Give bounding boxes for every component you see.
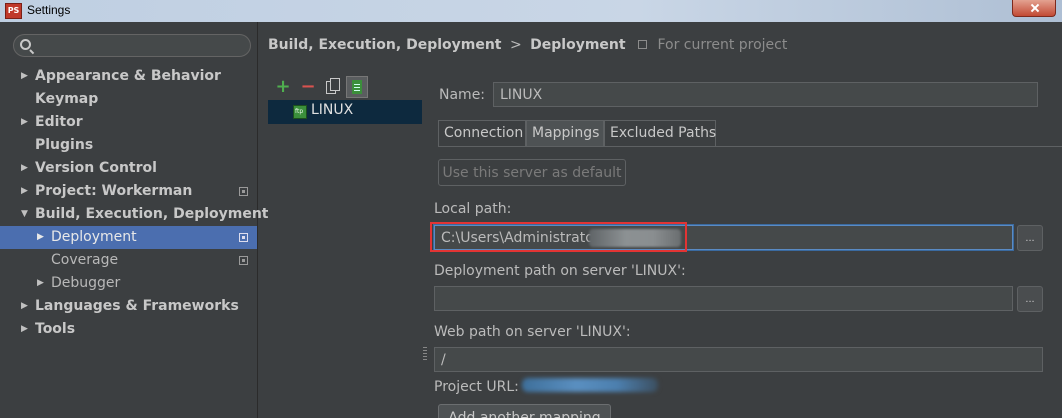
tab-divider (438, 146, 1062, 147)
browse-local-path-button[interactable]: ... (1017, 225, 1043, 251)
local-path-input[interactable] (434, 225, 1013, 250)
expand-arrow-icon[interactable]: ▶ (21, 65, 31, 88)
sidebar-item-label: Project: Workerman (35, 183, 193, 199)
local-path-label: Local path: (434, 201, 512, 217)
web-path-input[interactable] (434, 347, 1043, 372)
project-url-label: Project URL: (434, 379, 519, 395)
settings-tree: ▶ Appearance & Behavior Keymap ▶ Editor … (0, 65, 269, 341)
expand-arrow-icon[interactable]: ▶ (21, 295, 31, 318)
tab-connection[interactable]: Connection (438, 120, 526, 147)
settings-sidebar: ▶ Appearance & Behavior Keymap ▶ Editor … (0, 22, 269, 418)
sidebar-item-label: Editor (35, 114, 83, 130)
splitter-handle[interactable] (423, 347, 427, 361)
breadcrumb-parent[interactable]: Build, Execution, Deployment (268, 37, 502, 53)
redacted-path-mask (589, 229, 681, 247)
browse-deployment-path-button[interactable]: ... (1017, 286, 1043, 312)
sidebar-item-build-execution-deployment[interactable]: ▼ Build, Execution, Deployment (0, 203, 269, 226)
close-window-button[interactable] (1012, 0, 1056, 17)
name-label: Name: (439, 87, 486, 103)
title-bar: PS Settings (0, 0, 1062, 22)
redacted-url-mask (522, 378, 658, 392)
breadcrumb-separator: > (509, 37, 522, 53)
remove-server-button[interactable]: − (298, 76, 318, 98)
sidebar-item-label: Build, Execution, Deployment (35, 206, 269, 222)
sidebar-item-label: Keymap (35, 91, 99, 107)
sidebar-item-version-control[interactable]: ▶ Version Control (0, 157, 257, 180)
breadcrumb-current: Deployment (530, 37, 626, 53)
sidebar-item-label: Plugins (35, 137, 94, 153)
server-name-field[interactable] (493, 82, 1038, 107)
web-path-label: Web path on server 'LINUX': (434, 324, 631, 340)
search-input[interactable] (36, 37, 246, 54)
deployment-path-label: Deployment path on server 'LINUX': (434, 263, 686, 279)
settings-search[interactable] (13, 34, 251, 57)
server-list: LINUX (268, 100, 422, 418)
server-item-linux[interactable]: LINUX (268, 100, 422, 124)
copy-server-icon[interactable] (322, 76, 342, 98)
expand-arrow-icon[interactable]: ▶ (37, 226, 47, 249)
sidebar-item-label: Languages & Frameworks (35, 298, 239, 314)
project-scope-icon (239, 233, 248, 242)
project-scope-icon (638, 40, 648, 49)
sidebar-item-label: Tools (35, 321, 76, 337)
collapse-arrow-icon[interactable]: ▼ (21, 203, 31, 226)
search-icon (20, 39, 31, 50)
sidebar-item-coverage[interactable]: Coverage (0, 249, 257, 272)
deployment-path-input[interactable] (434, 286, 1013, 311)
server-name: LINUX (311, 102, 354, 118)
sidebar-item-debugger[interactable]: ▶ Debugger (0, 272, 257, 295)
sidebar-item-appearance[interactable]: ▶ Appearance & Behavior (0, 65, 257, 88)
ftp-server-icon (293, 105, 307, 119)
breadcrumb-scope: For current project (657, 37, 788, 53)
window-title: Settings (27, 3, 71, 17)
sidebar-item-label: Deployment (51, 229, 137, 245)
sidebar-item-editor[interactable]: ▶ Editor (0, 111, 257, 134)
add-another-mapping-button[interactable]: Add another mapping (438, 404, 611, 418)
expand-arrow-icon[interactable]: ▶ (37, 272, 47, 295)
expand-arrow-icon[interactable]: ▶ (21, 111, 31, 134)
tab-excluded-paths[interactable]: Excluded Paths (604, 120, 716, 147)
expand-arrow-icon[interactable]: ▶ (21, 318, 31, 341)
sidebar-item-label: Debugger (51, 275, 121, 291)
use-server-as-default-button[interactable]: Use this server as default (438, 159, 626, 186)
sidebar-item-deployment[interactable]: ▶ Deployment (0, 226, 257, 249)
sidebar-item-label: Version Control (35, 160, 157, 176)
sidebar-item-languages-frameworks[interactable]: ▶ Languages & Frameworks (0, 295, 257, 318)
breadcrumb: Build, Execution, Deployment > Deploymen… (268, 37, 787, 57)
sidebar-item-plugins[interactable]: Plugins (0, 134, 257, 157)
use-as-default-icon[interactable] (346, 76, 368, 98)
sidebar-item-keymap[interactable]: Keymap (0, 88, 257, 111)
sidebar-item-label: Appearance & Behavior (35, 68, 221, 84)
expand-arrow-icon[interactable]: ▶ (21, 180, 31, 203)
server-toolbar: + − (268, 76, 422, 100)
sidebar-item-label: Coverage (51, 252, 119, 268)
tab-mappings[interactable]: Mappings (526, 120, 604, 147)
sidebar-item-project[interactable]: ▶ Project: Workerman (0, 180, 257, 203)
project-scope-icon (239, 187, 248, 196)
sidebar-item-tools[interactable]: ▶ Tools (0, 318, 257, 341)
add-server-button[interactable]: + (273, 76, 293, 98)
expand-arrow-icon[interactable]: ▶ (21, 157, 31, 180)
project-scope-icon (239, 256, 248, 265)
phpstorm-logo-icon: PS (5, 3, 22, 19)
